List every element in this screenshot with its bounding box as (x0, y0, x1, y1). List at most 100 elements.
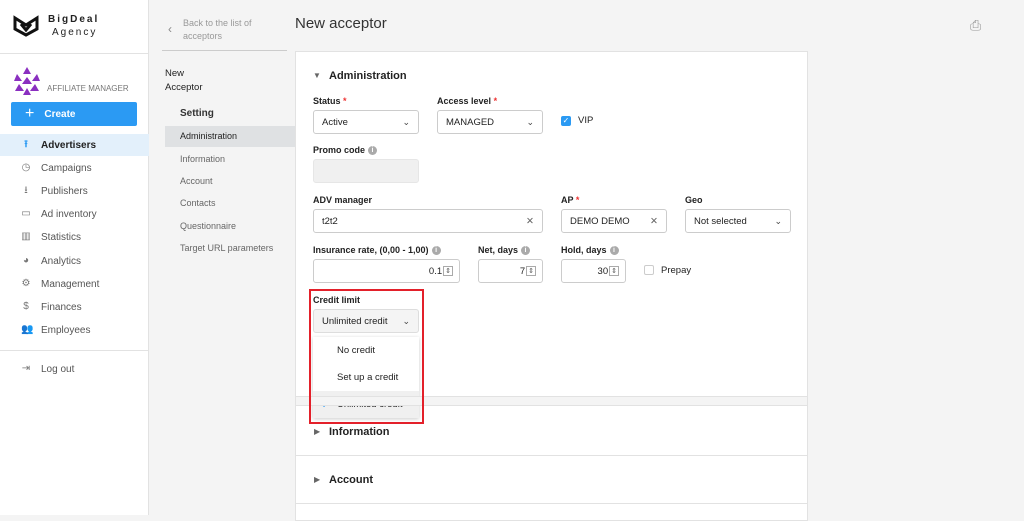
access-value: MANAGED (446, 116, 495, 128)
section-administration[interactable]: Administration (329, 70, 407, 82)
geo-select[interactable]: Not selected ⌄ (685, 209, 791, 233)
subnav-questionnaire[interactable]: Questionnaire (165, 216, 295, 237)
nav-label: Publishers (41, 185, 88, 197)
window-icon: ▭ (21, 208, 31, 219)
ap-input[interactable]: DEMO DEMO ✕ (561, 209, 667, 233)
nav-label: Finances (41, 301, 82, 313)
sidebar-item-campaigns[interactable]: ◷ Campaigns (0, 157, 149, 179)
dollar-icon: $ (23, 301, 29, 312)
spinner-icon[interactable]: ⇕ (609, 266, 619, 276)
sidebar-item-analytics[interactable]: ◕ Analytics (0, 250, 149, 272)
info-icon[interactable]: i (521, 246, 531, 256)
back-link[interactable]: Back to the list of acceptors (183, 17, 273, 43)
subnav-contacts[interactable]: Contacts (165, 193, 295, 214)
logout-button[interactable]: ⇥ Log out (0, 358, 149, 380)
subnav-target-url[interactable]: Target URL parameters (165, 238, 295, 259)
status-select[interactable]: Active ⌄ (313, 110, 419, 134)
plus-icon: + (25, 105, 35, 122)
chevron-down-icon: ⌄ (526, 116, 534, 127)
promo-code-input[interactable] (313, 159, 419, 183)
insurance-rate-input[interactable]: 0.1 ⇕ (313, 259, 460, 283)
vip-checkbox[interactable]: ✓ (561, 116, 571, 126)
divider (0, 53, 149, 54)
nav-label: Employees (41, 324, 91, 336)
logout-icon: ⇥ (21, 363, 31, 374)
adv-value: t2t2 (322, 215, 338, 227)
people-icon: 👥 (21, 324, 34, 335)
bar-chart-icon: ▥ (21, 231, 31, 242)
hold-value: 30 (597, 265, 609, 277)
nav-label: Ad inventory (41, 208, 97, 220)
create-label: Create (44, 108, 76, 120)
caret-down-icon[interactable]: ▼ (313, 71, 321, 80)
create-button[interactable]: + Create (11, 102, 137, 126)
net-days-input[interactable]: 7 ⇕ (478, 259, 543, 283)
adv-manager-input[interactable]: t2t2 ✕ (313, 209, 543, 233)
sidebar-item-statistics[interactable]: ▥ Statistics (0, 226, 149, 248)
section-information[interactable]: Information (329, 426, 390, 438)
chevron-left-icon[interactable]: ‹ (168, 22, 172, 36)
info-icon[interactable]: i (368, 146, 378, 156)
download-icon: ⭳ (24, 185, 28, 196)
status-value: Active (322, 116, 348, 128)
clear-icon[interactable]: ✕ (650, 216, 658, 227)
sidebar-item-advertisers[interactable]: ⭱ Advertisers (0, 134, 149, 156)
divider (296, 455, 807, 456)
adv-label: ADV manager (313, 195, 373, 205)
access-label: Access level (437, 96, 492, 106)
nav-label: Campaigns (41, 162, 92, 174)
info-icon[interactable]: i (431, 246, 441, 256)
gear-box-icon: ⚙ (21, 278, 31, 289)
logo-icon (13, 15, 39, 37)
access-level-select[interactable]: MANAGED ⌄ (437, 110, 543, 134)
clear-icon[interactable]: ✕ (526, 216, 534, 227)
highlight-box (309, 289, 424, 424)
subnav-account[interactable]: Account (165, 171, 295, 192)
divider (162, 50, 287, 51)
subnav-information[interactable]: Information (165, 149, 295, 170)
ap-label: AP (561, 195, 574, 205)
prepay-checkbox[interactable] (644, 265, 654, 275)
sidebar-item-ad-inventory[interactable]: ▭ Ad inventory (0, 203, 149, 225)
ap-value: DEMO DEMO (570, 215, 630, 227)
status-label: Status (313, 96, 341, 106)
promo-label: Promo code (313, 145, 366, 155)
sidebar-item-employees[interactable]: 👥 Employees (0, 319, 149, 341)
insurance-value: 0.1 (428, 265, 443, 277)
section-account[interactable]: Account (329, 474, 373, 486)
spinner-icon[interactable]: ⇕ (443, 266, 453, 276)
info-icon[interactable]: i (609, 246, 619, 256)
pie-icon: ◕ (22, 255, 30, 266)
nav-label: Statistics (41, 231, 82, 243)
net-label: Net, days (478, 245, 519, 255)
page-title: New acceptor (295, 15, 387, 32)
role-label: AFFILIATE MANAGER (47, 84, 129, 93)
sidebar-item-finances[interactable]: $ Finances (0, 296, 149, 318)
subnav-administration[interactable]: Administration (165, 126, 295, 147)
sidebar-item-management[interactable]: ⚙ Management (0, 273, 149, 295)
caret-right-icon[interactable]: ▶ (314, 475, 320, 484)
spinner-icon[interactable]: ⇕ (526, 266, 536, 276)
divider (296, 503, 807, 504)
net-value: 7 (519, 265, 526, 277)
upload-icon: ⭱ (24, 139, 28, 150)
chevron-down-icon: ⌄ (402, 116, 410, 127)
subnav-title: New Acceptor (165, 68, 203, 93)
caret-right-icon[interactable]: ▶ (314, 427, 320, 436)
print-icon[interactable]: ⎙ (970, 17, 981, 34)
nav-label: Management (41, 278, 100, 290)
nav-label: Analytics (41, 255, 82, 267)
sidebar: BigDeal Agency AFFILIATE MANAGER + Create … (0, 0, 149, 515)
chevron-down-icon: ⌄ (774, 215, 782, 226)
nav-label: Log out (41, 363, 75, 375)
vip-label: VIP (578, 115, 594, 126)
prepay-label: Prepay (661, 265, 692, 276)
hold-label: Hold, days (561, 245, 607, 255)
divider (0, 350, 149, 351)
brand-name: BigDeal Agency (48, 14, 100, 38)
geo-value: Not selected (694, 215, 747, 227)
hold-days-input[interactable]: 30 ⇕ (561, 259, 626, 283)
sidebar-item-publishers[interactable]: ⭳ Publishers (0, 180, 149, 202)
insurance-label: Insurance rate, (0,00 - 1,00) (313, 245, 429, 255)
setting-heading: Setting (180, 108, 214, 119)
